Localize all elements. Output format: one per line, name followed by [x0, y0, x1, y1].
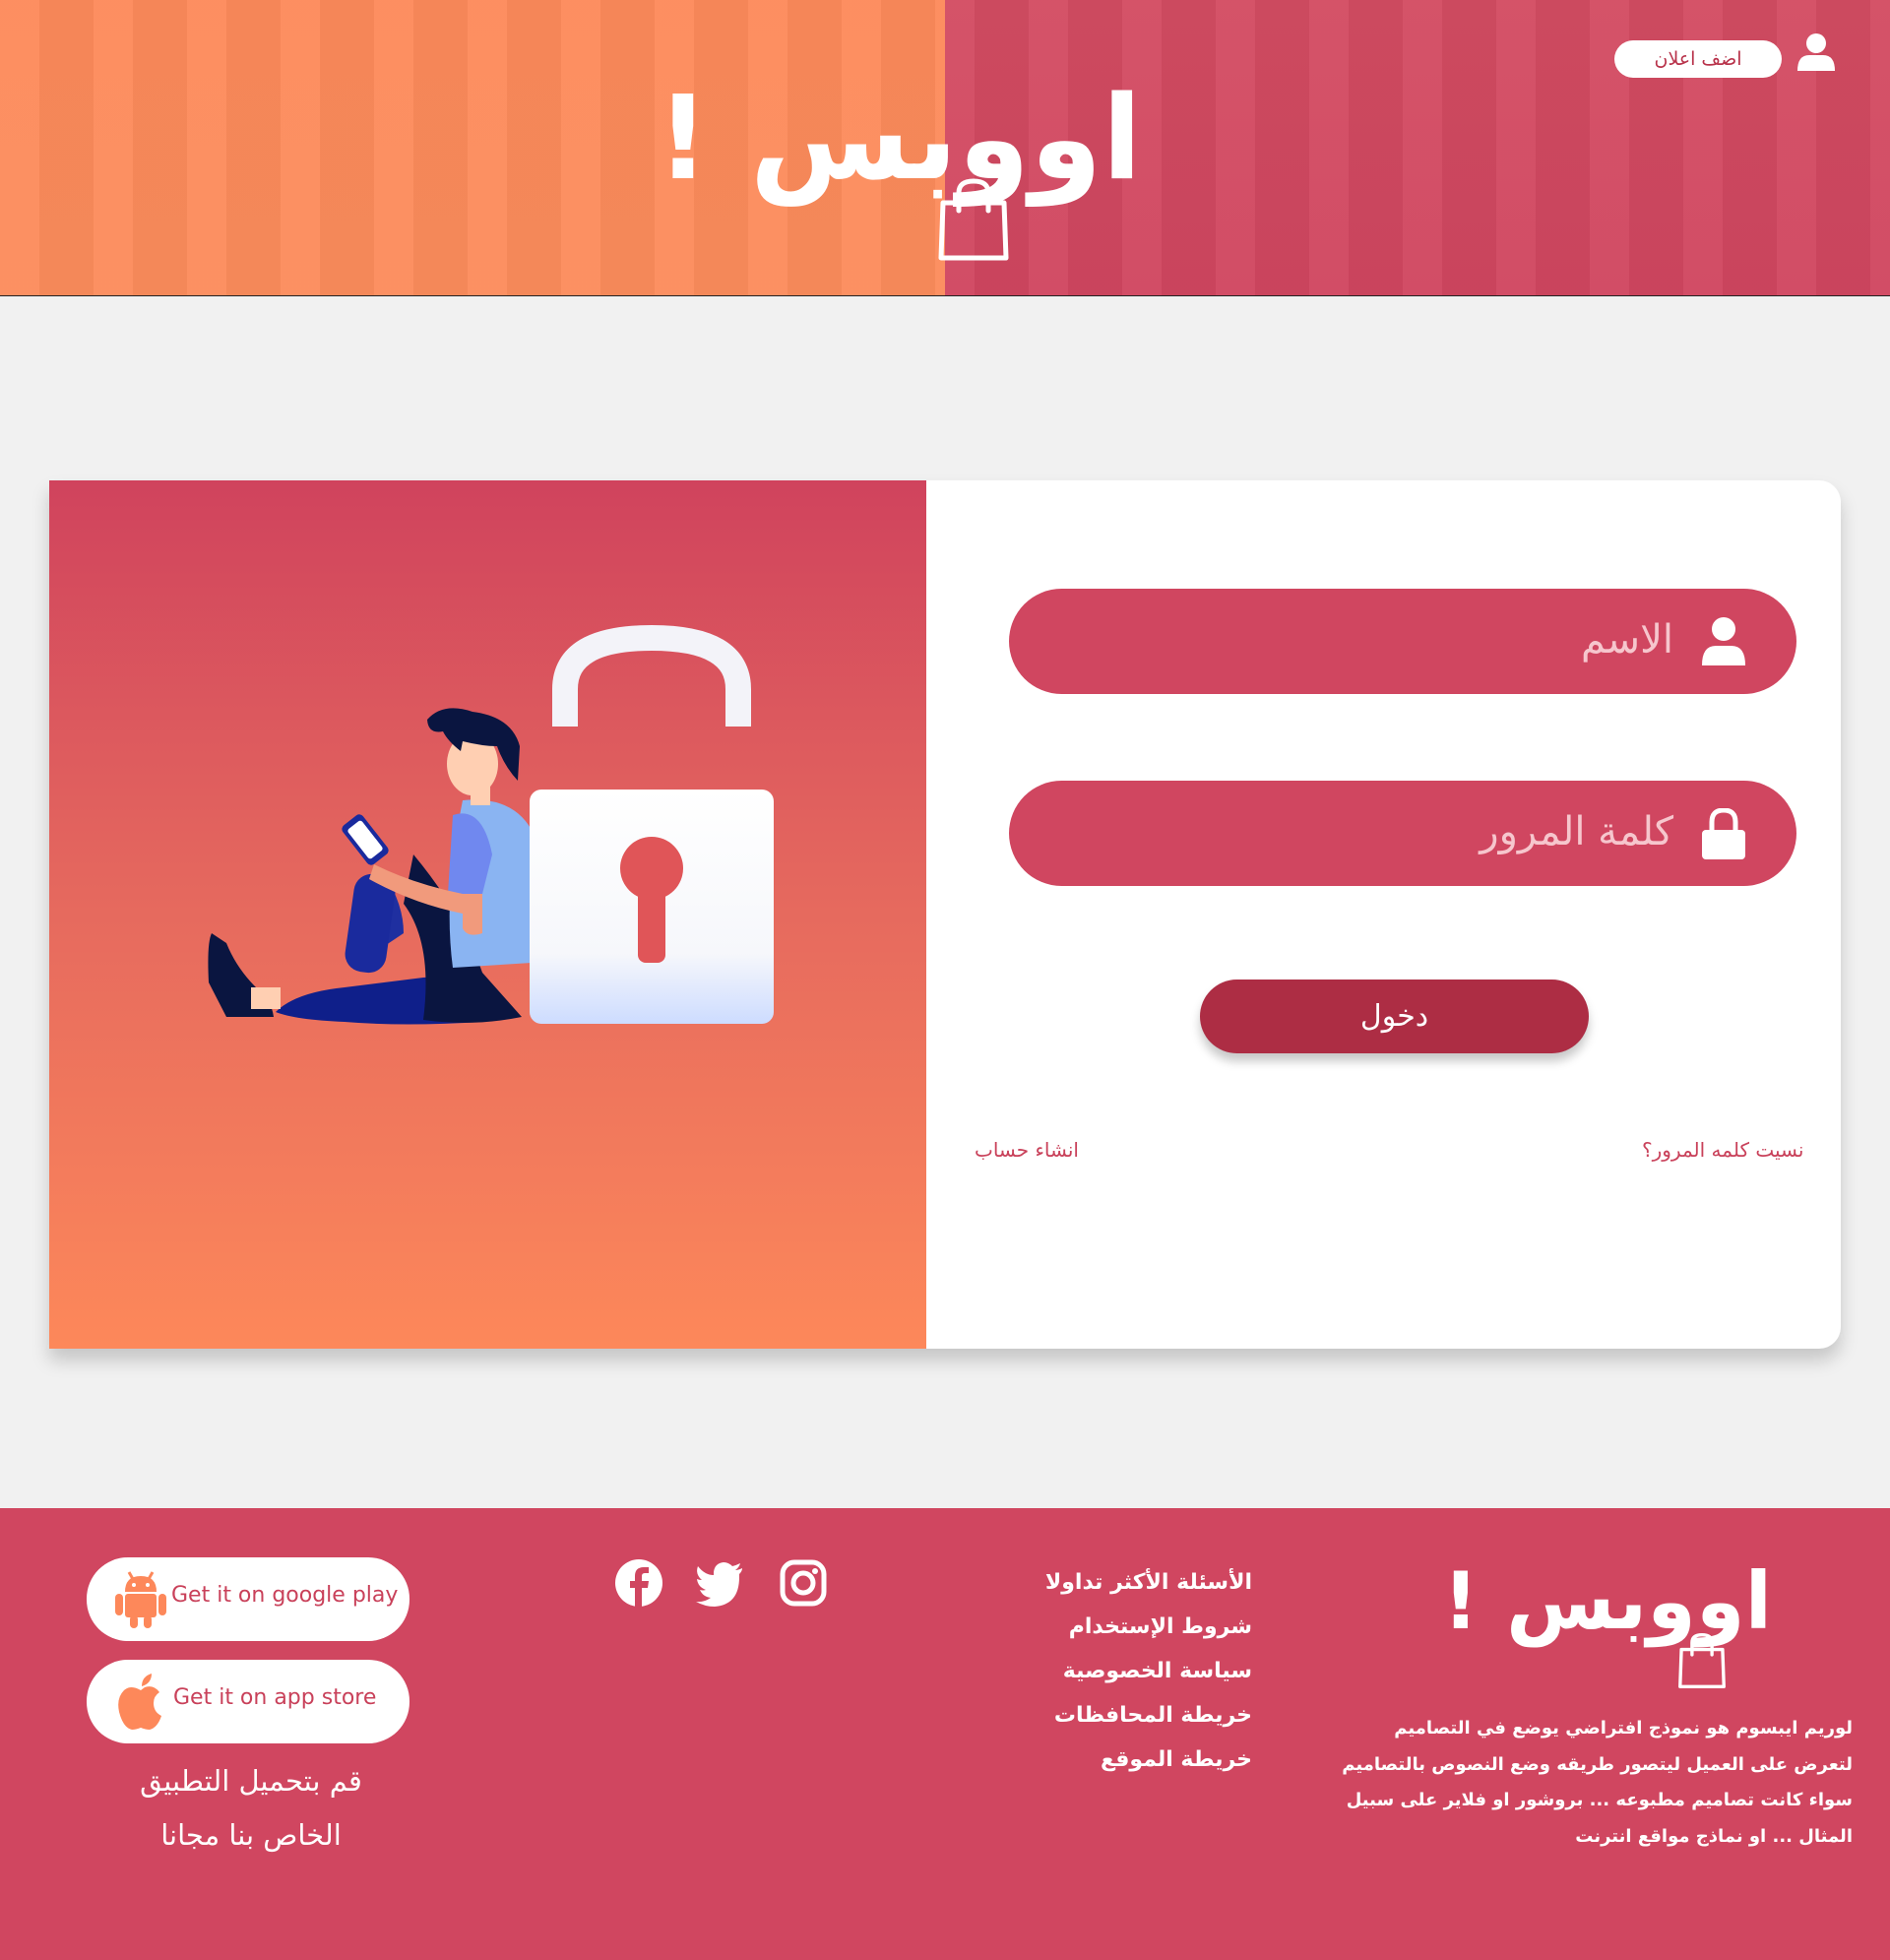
login-button[interactable]: دخول — [1200, 980, 1589, 1053]
apple-icon — [118, 1674, 161, 1730]
android-icon — [115, 1571, 166, 1628]
facebook-icon[interactable] — [613, 1557, 664, 1609]
shopping-bag-icon — [1678, 1633, 1726, 1688]
password-field[interactable]: كلمة المرور — [1009, 781, 1796, 886]
footer-link-faq[interactable]: الأسئلة الأكثر تداولا — [1024, 1560, 1252, 1605]
app-store-button[interactable]: Get it on app store — [87, 1660, 410, 1743]
download-app-text: قم بتحميل التطبيق الخاص بنا مجانا — [108, 1754, 394, 1863]
login-illustration — [49, 480, 926, 1349]
footer-logo[interactable]: اووبس ! — [1443, 1548, 1772, 1695]
shopping-bag-icon — [938, 178, 1009, 261]
twitter-icon[interactable] — [695, 1557, 746, 1609]
logo-text: اووبس ! — [656, 70, 1142, 206]
instagram-icon[interactable] — [778, 1557, 829, 1609]
footer-description: لوريم ايبسوم هو نموذج افتراضي يوضع في ال… — [1342, 1718, 1853, 1847]
site-logo[interactable]: اووبس ! — [657, 59, 1142, 276]
google-play-label: Get it on google play — [171, 1583, 399, 1608]
footer-link-terms[interactable]: شروط الإستخدام — [1024, 1605, 1252, 1649]
footer-link-privacy[interactable]: سياسة الخصوصية — [1024, 1649, 1252, 1693]
footer-link-sitemap[interactable]: خريطة الموقع — [1024, 1738, 1252, 1782]
google-play-button[interactable]: Get it on google play — [87, 1557, 410, 1641]
site-footer: اووبس ! لوريم ايبسوم هو نموذج افتراضي يو… — [0, 1508, 1890, 1960]
user-icon — [1702, 617, 1745, 665]
name-placeholder: الاسم — [1580, 617, 1673, 663]
footer-links: الأسئلة الأكثر تداولا شروط الإستخدام سيا… — [1024, 1560, 1252, 1782]
name-field[interactable]: الاسم — [1009, 589, 1796, 694]
person-with-padlock-illustration — [208, 624, 774, 1025]
forgot-password-link[interactable]: نسيت كلمه المرور؟ — [1642, 1138, 1803, 1162]
app-store-label: Get it on app store — [173, 1685, 377, 1710]
site-header: اووبس ! اضف اعلان — [0, 0, 1890, 296]
download-text-line-1: قم بتحميل التطبيق — [140, 1764, 362, 1798]
lock-icon — [1702, 808, 1745, 859]
add-ad-button[interactable]: اضف اعلان — [1614, 40, 1782, 78]
create-account-link[interactable]: انشاء حساب — [975, 1138, 1079, 1162]
login-card: الاسم كلمة المرور دخول نسيت كلمه المرور؟… — [49, 480, 1841, 1349]
download-text-line-2: الخاص بنا مجانا — [160, 1818, 342, 1852]
footer-link-governorates-map[interactable]: خريطة المحافظات — [1024, 1693, 1252, 1738]
user-icon[interactable] — [1796, 32, 1837, 73]
password-placeholder: كلمة المرور — [1480, 809, 1673, 854]
